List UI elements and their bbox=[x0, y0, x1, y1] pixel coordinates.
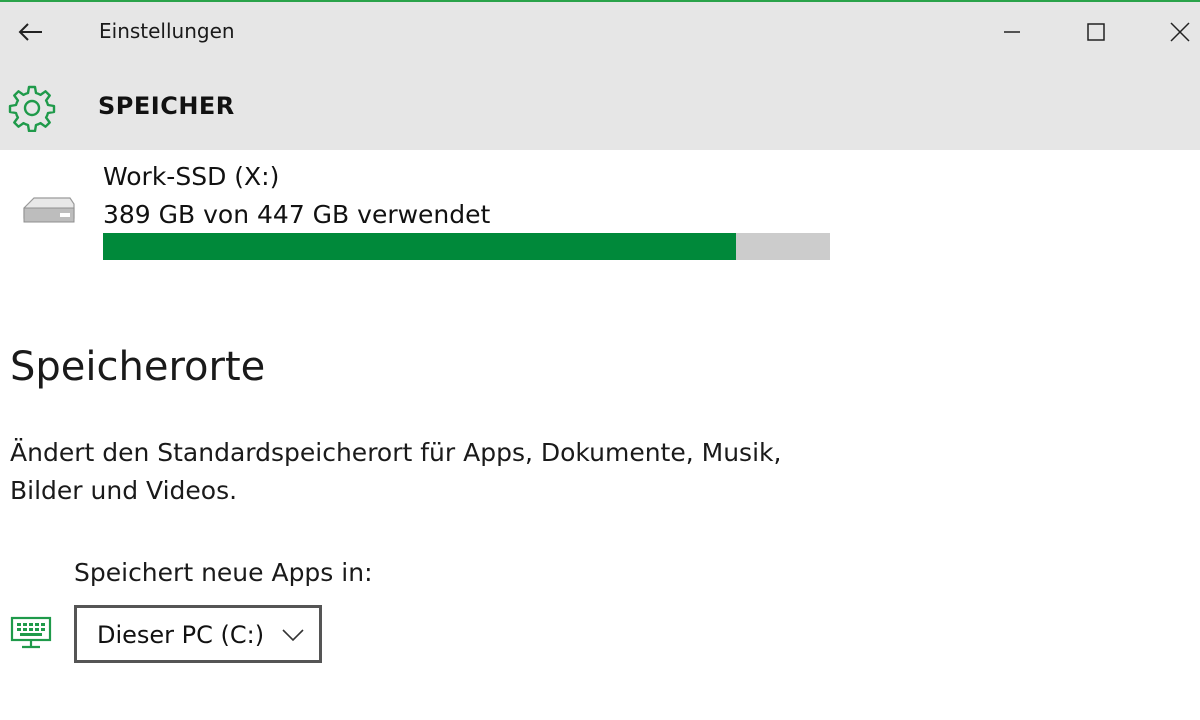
minimize-button[interactable] bbox=[990, 10, 1034, 54]
drive-name: Work-SSD (X:) bbox=[103, 162, 280, 191]
section-description: Ändert den Standardspeicherort für Apps,… bbox=[10, 438, 782, 505]
page-title: SPEICHER bbox=[98, 92, 235, 120]
maximize-icon bbox=[1087, 23, 1105, 41]
computer-icon bbox=[10, 616, 52, 649]
title-bar: Einstellungen bbox=[0, 2, 1200, 62]
close-button[interactable] bbox=[1158, 10, 1200, 54]
maximize-button[interactable] bbox=[1074, 10, 1118, 54]
drive-usage-fill bbox=[103, 233, 736, 260]
settings-window: Einstellungen SPEICHER Work-SSD (X:) 389… bbox=[0, 0, 1200, 720]
back-button[interactable] bbox=[12, 14, 48, 50]
apps-location-value: Dieser PC (C:) bbox=[97, 621, 265, 649]
drive-icon bbox=[23, 197, 75, 223]
window-title: Einstellungen bbox=[99, 19, 235, 43]
section-title: Speicherorte bbox=[10, 344, 266, 390]
close-icon bbox=[1170, 22, 1190, 42]
drive-usage-bar bbox=[103, 233, 830, 260]
page-header: SPEICHER bbox=[0, 62, 1200, 150]
apps-location-select[interactable]: Dieser PC (C:) bbox=[74, 605, 322, 663]
minimize-icon bbox=[1004, 31, 1020, 33]
arrow-left-icon bbox=[18, 23, 42, 41]
gear-icon bbox=[8, 85, 56, 132]
chevron-down-icon bbox=[282, 629, 304, 642]
drive-usage: 389 GB von 447 GB verwendet bbox=[103, 200, 491, 229]
drive-item[interactable]: Work-SSD (X:) 389 GB von 447 GB verwende… bbox=[0, 150, 1200, 280]
apps-location-label: Speichert neue Apps in: bbox=[74, 558, 373, 587]
